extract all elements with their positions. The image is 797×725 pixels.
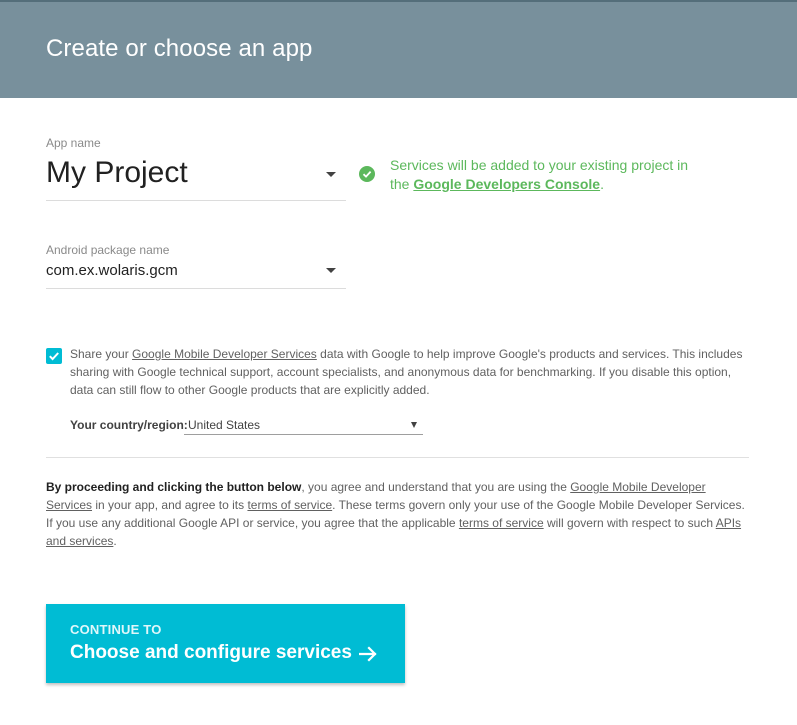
dropdown-arrow-icon [411,422,417,428]
arrow-right-icon [359,646,377,662]
package-name-label: Android package name [46,243,170,257]
checkmark-icon [49,352,59,361]
check-circle-icon [359,166,375,182]
package-name-select[interactable]: com.ex.wolaris.gcm [46,257,346,289]
page-title: Create or choose an app [46,35,313,62]
package-name-value: com.ex.wolaris.gcm [46,262,178,279]
cta-title: Choose and configure services [70,642,352,663]
notice-text: Services will be added to your existing … [390,157,689,192]
app-name-value: My Project [46,156,188,189]
country-select[interactable]: United States [184,417,423,435]
app-name-select[interactable]: My Project [46,150,346,201]
country-value: United States [188,418,261,432]
app-name-label: App name [46,136,101,150]
chevron-down-icon [326,172,336,177]
continue-button[interactable]: CONTINUE TO Choose and configure service… [46,604,405,683]
cta-subtitle: CONTINUE TO [70,622,162,637]
share-data-checkbox[interactable] [46,348,62,364]
terms-of-service-link[interactable]: terms of service [247,498,332,512]
divider [46,457,749,458]
share-data-text: Share your Google Mobile Developer Servi… [70,347,743,397]
page-header: Create or choose an app [0,0,797,98]
terms-text: By proceeding and clicking the button be… [46,480,745,548]
developers-console-link[interactable]: Google Developers Console [413,176,600,192]
gmds-link[interactable]: Google Mobile Developer Services [132,347,317,361]
country-label: Your country/region: [70,418,188,432]
chevron-down-icon [326,268,336,273]
terms-of-service-link[interactable]: terms of service [459,516,544,530]
